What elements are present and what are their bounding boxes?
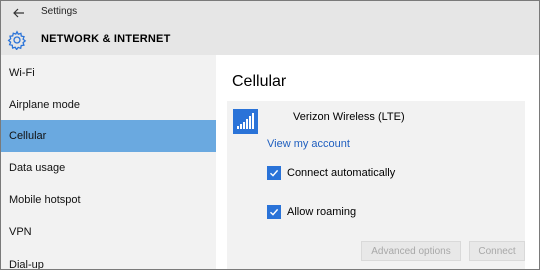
- sidebar-item-label: VPN: [9, 226, 32, 238]
- cellular-connection-panel[interactable]: Verizon Wireless (LTE) View my account C…: [227, 101, 525, 269]
- cellular-signal-tile: [233, 109, 258, 134]
- back-arrow-icon: [13, 8, 24, 18]
- allow-roaming-option[interactable]: Allow roaming: [267, 205, 356, 219]
- sidebar-item-data-usage[interactable]: Data usage: [1, 152, 216, 184]
- advanced-options-button[interactable]: Advanced options: [361, 241, 461, 261]
- connect-automatically-option[interactable]: Connect automatically: [267, 166, 395, 180]
- sidebar-item-wifi[interactable]: Wi-Fi: [1, 57, 216, 89]
- carrier-name: Verizon Wireless (LTE): [293, 111, 405, 123]
- sidebar-item-label: Mobile hotspot: [9, 194, 81, 206]
- connect-label: Connect: [478, 245, 516, 257]
- cellular-signal-icon: [237, 113, 254, 129]
- view-account-link[interactable]: View my account: [267, 138, 350, 150]
- window-title: Settings: [41, 6, 78, 17]
- sidebar-item-vpn[interactable]: VPN: [1, 216, 216, 248]
- page-header: NETWORK & INTERNET: [1, 25, 539, 55]
- checkmark-icon: [270, 169, 279, 177]
- sidebar-item-mobile-hotspot[interactable]: Mobile hotspot: [1, 184, 216, 216]
- sidebar-item-label: Wi-Fi: [9, 67, 35, 79]
- sidebar-item-label: Dial-up: [9, 259, 44, 270]
- page-title: Cellular: [232, 73, 287, 90]
- allow-roaming-checkbox[interactable]: [267, 205, 281, 219]
- connect-automatically-checkbox[interactable]: [267, 166, 281, 180]
- sidebar: Wi-Fi Airplane mode Cellular Data usage …: [1, 55, 216, 269]
- sidebar-item-dial-up[interactable]: Dial-up: [1, 249, 216, 270]
- back-button[interactable]: [9, 3, 29, 23]
- section-title: NETWORK & INTERNET: [41, 33, 171, 45]
- connect-button[interactable]: Connect: [469, 241, 525, 261]
- main-content: Cellular Verizon Wireless (LTE) View my …: [216, 55, 539, 269]
- sidebar-item-label: Cellular: [9, 130, 47, 142]
- sidebar-item-label: Data usage: [9, 162, 66, 174]
- allow-roaming-label: Allow roaming: [287, 206, 357, 218]
- advanced-options-label: Advanced options: [371, 245, 451, 257]
- checkmark-icon: [270, 208, 279, 216]
- settings-window: Settings NETWORK & INTERNET Wi-Fi Airpla…: [0, 0, 540, 270]
- sidebar-item-label: Airplane mode: [9, 99, 80, 111]
- gear-icon: [7, 30, 27, 50]
- title-bar: Settings: [1, 1, 539, 25]
- sidebar-item-airplane-mode[interactable]: Airplane mode: [1, 89, 216, 121]
- connect-automatically-label: Connect automatically: [287, 167, 396, 179]
- sidebar-item-cellular[interactable]: Cellular: [1, 120, 216, 152]
